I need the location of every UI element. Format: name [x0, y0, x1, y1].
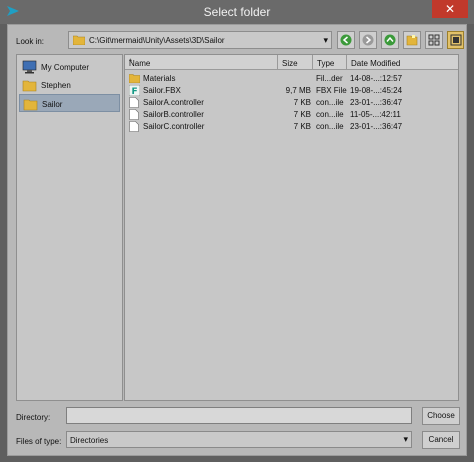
file-icon: [129, 97, 139, 108]
list-view-button[interactable]: [425, 31, 443, 49]
files-of-type-select[interactable]: Directories ▾: [66, 431, 412, 448]
file-icon: [129, 121, 139, 132]
files-of-type-label: Files of type:: [16, 437, 62, 446]
back-button[interactable]: [337, 31, 355, 49]
sort-ascending-icon: ^: [129, 59, 132, 65]
file-row[interactable]: SailorC.controller 7 KB con...ile 23-01-…: [125, 121, 458, 132]
close-button[interactable]: ✕: [432, 0, 468, 18]
file-row[interactable]: SailorA.controller 7 KB con...ile 23-01-…: [125, 97, 458, 108]
column-header-date-modified[interactable]: Date Modified: [347, 55, 458, 70]
file-row[interactable]: SailorB.controller 7 KB con...ile 11-05-…: [125, 109, 458, 120]
choose-button[interactable]: Choose: [422, 407, 460, 425]
computer-icon: [22, 60, 37, 74]
file-row[interactable]: F Sailor.FBX 9,7 MB FBX File 19-08-...:4…: [125, 85, 458, 96]
places-sidebar: My Computer Stephen Sailor: [16, 54, 123, 401]
window-title: Select folder: [203, 5, 271, 19]
cancel-button[interactable]: Cancel: [422, 431, 460, 449]
file-list: Name ^ Size Type Date Modified Materials…: [124, 54, 459, 401]
parent-folder-button[interactable]: [381, 31, 399, 49]
list-view-icon: [428, 34, 440, 46]
file-icon: [129, 109, 139, 120]
files-of-type-value: Directories: [70, 436, 109, 445]
svg-text:F: F: [132, 87, 138, 96]
select-folder-dialog: Select folder ✕ Look in: C:\Git\mermaid\…: [0, 0, 474, 462]
directory-input[interactable]: [66, 407, 412, 424]
detail-view-icon: [450, 34, 462, 46]
chevron-down-icon: ▾: [403, 434, 408, 444]
forward-icon: [362, 34, 374, 46]
column-header-type[interactable]: Type: [313, 55, 347, 70]
detail-view-button[interactable]: [447, 31, 464, 49]
forward-button[interactable]: [359, 31, 377, 49]
dialog-body: Look in: C:\Git\mermaid\Unity\Assets\3D\…: [7, 24, 467, 456]
sidebar-item-label: Stephen: [41, 81, 71, 90]
parent-folder-icon: [384, 34, 396, 46]
look-in-combobox[interactable]: C:\Git\mermaid\Unity\Assets\3D\Sailor ▾: [68, 31, 332, 49]
look-in-path: C:\Git\mermaid\Unity\Assets\3D\Sailor: [89, 36, 225, 45]
folder-icon: [23, 99, 38, 111]
chevron-down-icon: ▾: [323, 35, 328, 45]
column-headers: Name ^ Size Type Date Modified: [125, 55, 458, 70]
sidebar-item-sailor[interactable]: Sailor: [19, 94, 120, 112]
sidebar-item-label: Sailor: [42, 100, 63, 109]
new-folder-icon: [406, 35, 418, 46]
file-row[interactable]: Materials Fil...der 14-08-...:12:57: [125, 73, 458, 84]
look-in-label: Look in:: [16, 37, 45, 46]
sidebar-item-my-computer[interactable]: My Computer: [19, 58, 120, 76]
folder-icon: [22, 80, 37, 92]
back-icon: [340, 34, 352, 46]
folder-icon: [73, 35, 85, 45]
new-folder-button[interactable]: [403, 31, 421, 49]
sidebar-item-label: My Computer: [41, 63, 90, 72]
column-header-name[interactable]: Name ^: [125, 55, 278, 70]
folder-icon: [129, 74, 140, 83]
column-header-size[interactable]: Size: [278, 55, 313, 70]
fbx-file-icon: F: [129, 85, 140, 96]
title-bar: Select folder ✕: [0, 0, 474, 24]
directory-label: Directory:: [16, 413, 51, 422]
sidebar-item-stephen[interactable]: Stephen: [19, 76, 120, 94]
